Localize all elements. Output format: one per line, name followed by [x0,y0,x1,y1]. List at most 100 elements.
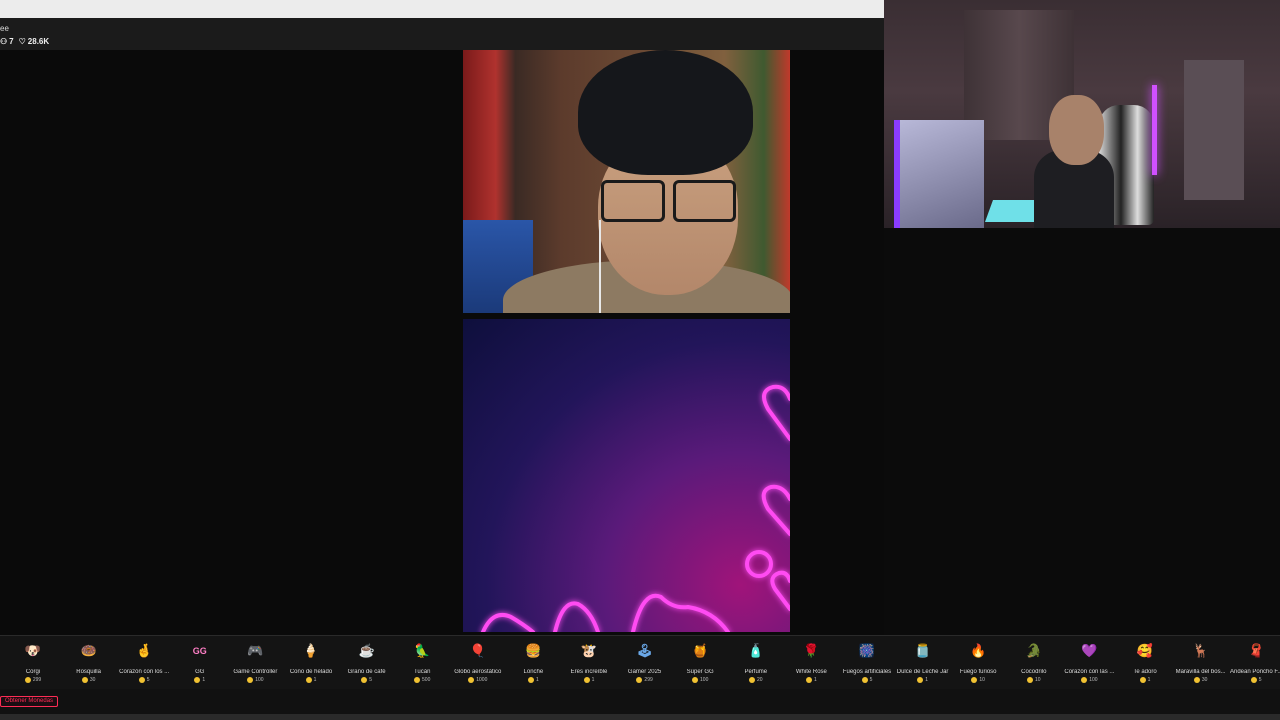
browser-top-bar [0,0,884,18]
gift-name: Grano de café [347,669,386,675]
coin-icon [138,677,145,683]
neon-background-feed [463,319,790,632]
gift-bar: 🐶 Corgi 299 🍩 Rosquilla 30 🤞 Corazón con los ..… [0,635,1280,689]
gift-cost-value: 299 [644,677,653,683]
gift-item[interactable]: 🕹 Gamer 2025 299 [617,642,673,683]
gift-name: Fuego furioso [959,669,997,675]
gift-name: Perfume [744,669,768,675]
gift-icon: GG [192,646,207,656]
gift-cost: 299 [617,677,673,683]
gift-cost: 5 [116,677,172,683]
gift-icon: 🧴 [747,643,764,658]
gift-icon: 💜 [1081,643,1098,658]
gift-cost: 1 [172,677,228,683]
coin-icon [81,677,88,683]
coin-icon [414,677,421,683]
gift-cost-value: 5 [869,677,873,683]
like-count: ♡ 28.6K [19,37,50,46]
gift-item[interactable]: 🎆 Fuegos artificiales 5 [839,642,895,683]
gift-item[interactable]: ☕ Grano de café 5 [339,642,395,683]
gift-item[interactable]: 🦌 Maravilla del bos... 30 [1173,642,1229,683]
gift-item[interactable]: 🎈 Globo aerostático 1000 [450,642,506,683]
gift-name: Lonche [523,669,544,675]
gift-name: Cono de helado [289,669,333,675]
gift-name: Tucán [413,669,431,675]
gift-icon: 🐊 [1025,643,1042,658]
gift-item[interactable]: 🐶 Corgi 299 [5,642,61,683]
glasses [601,180,736,222]
bottom-strip [0,714,1280,720]
gift-item[interactable]: 🤞 Corazón con los ... 5 [116,642,172,683]
gift-name: Rosquilla [76,669,101,675]
gift-icon: 🧣 [1248,643,1265,658]
heart-icon: ♡ [18,37,26,46]
gift-item[interactable]: 🐊 Cocodrilo 10 [1006,642,1062,683]
gift-item[interactable]: 🔥 Fuego furioso 10 [950,642,1006,683]
gift-item[interactable]: 🍔 Lonche 1 [505,642,561,683]
gift-cost: 100 [227,677,283,683]
gift-cost-value: 1 [925,677,928,683]
gift-cost: 1000 [450,677,506,683]
gift-item[interactable]: 🌹 White Rose 1 [783,642,839,683]
gift-item[interactable]: 🧴 Perfume 20 [728,642,784,683]
gift-icon: 🍔 [525,643,542,658]
gift-name: Andean Poncho F... [1230,669,1280,675]
streamer-camera-feed [884,0,1280,228]
gift-cost-value: 500 [422,677,431,683]
gift-icon: 🔥 [970,643,987,658]
gift-cost-value: 30 [89,677,96,683]
gift-cost-value: 10 [979,677,985,683]
viewer-count-value: 7 [9,37,14,46]
gift-name: Súper GG [686,669,714,675]
streamer [1049,95,1104,165]
gift-name: Te adoro [1133,669,1157,675]
gift-cost-value: 100 [700,677,709,683]
gift-item[interactable]: 🦜 Tucán 500 [394,642,450,683]
gift-cost-value: 5 [1258,677,1262,683]
coin-icon [194,677,201,683]
gift-name: Gamer 2025 [627,669,662,675]
coin-icon [361,677,368,683]
gift-cost: 10 [1006,677,1062,683]
gift-icon: 🎈 [469,643,486,658]
gift-name: White Rose [795,669,827,675]
gift-cost-value: 10 [1035,677,1041,683]
gift-icon: 🍦 [302,643,320,658]
gift-cost-value: 1 [591,677,595,683]
gift-item[interactable]: 🥰 Te adoro 1 [1117,642,1173,683]
gift-name: Corazón con las ... [1064,669,1115,675]
gift-cost-value: 299 [32,677,42,683]
gift-icon: 🐮 [580,643,598,658]
gift-item[interactable]: GG GG 1 [172,642,228,683]
gift-cost-value: 5 [146,677,150,683]
gift-item[interactable]: 🍩 Rosquilla 30 [61,642,117,683]
gift-icon: 🎮 [247,643,264,658]
coin-icon [1081,677,1088,683]
people-icon: ⚇ [0,37,8,46]
coin-icon [971,677,978,683]
gift-item[interactable]: 🧣 Andean Poncho F... 5 [1228,642,1280,683]
gift-item[interactable]: 🍯 Súper GG 100 [672,642,728,683]
gift-cost: 10 [950,677,1006,683]
gift-icon: 🌹 [803,643,820,658]
coin-icon [917,677,924,683]
gift-icon: 🍩 [80,643,97,658]
gift-name: Corazón con los ... [119,669,170,675]
coin-icon [1027,677,1034,683]
gift-item[interactable]: 💜 Corazón con las ... 100 [1061,642,1117,683]
gift-item[interactable]: 🍦 Cono de helado 1 [283,642,339,683]
coin-icon [636,677,643,683]
gift-item[interactable]: 🎮 Game Controller 100 [227,642,283,683]
gift-cost-value: 100 [1089,677,1098,683]
led-light [1152,85,1157,175]
gift-icon: 🎆 [858,643,876,658]
gift-cost: 299 [5,677,61,683]
get-coins-button[interactable]: Obtener Monedas [0,696,59,707]
coin-icon [305,677,312,683]
gift-item[interactable]: 🐮 Eres increíble 1 [561,642,617,683]
host-name[interactable]: ee [0,24,9,33]
gift-cost: 30 [61,677,117,683]
gift-cost-value: 1000 [476,677,488,683]
coin-icon [468,677,475,683]
gift-item[interactable]: 🫙 Dulce de Leche Jar 1 [895,642,951,683]
